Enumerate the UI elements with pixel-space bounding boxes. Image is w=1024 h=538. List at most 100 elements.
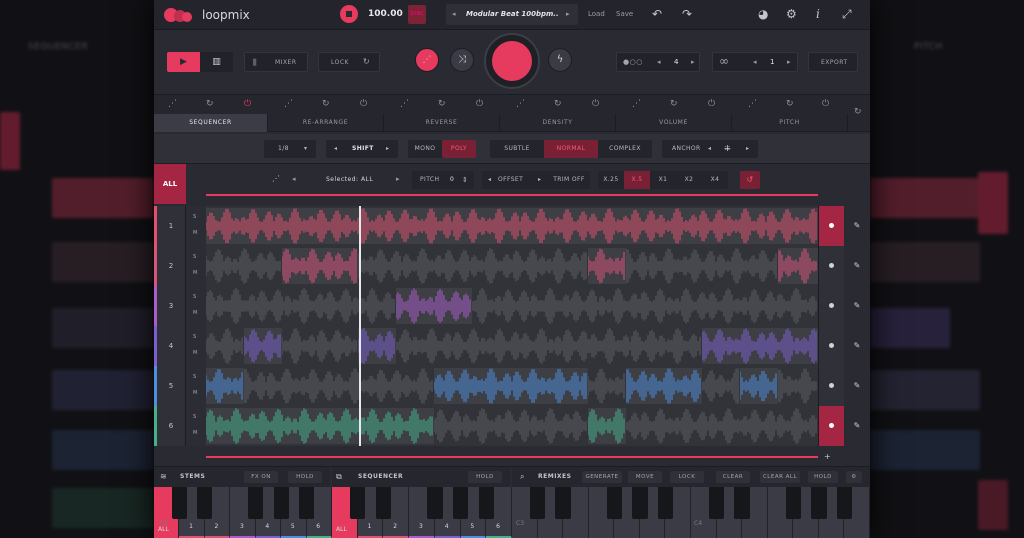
- speed-x1[interactable]: X1: [650, 171, 676, 189]
- save-button[interactable]: Save: [616, 10, 633, 18]
- load-button[interactable]: Load: [588, 10, 605, 18]
- power-icon[interactable]: ⏻: [476, 99, 483, 109]
- audio-clip[interactable]: [205, 248, 282, 284]
- dice-icon[interactable]: ⋰: [400, 99, 409, 109]
- piano-black-key[interactable]: [657, 487, 674, 519]
- piano-black-key[interactable]: [606, 487, 622, 519]
- track-number[interactable]: 5: [154, 366, 186, 406]
- piano-black-key[interactable]: [529, 487, 546, 519]
- piano-black-key[interactable]: [708, 487, 725, 519]
- anchor-next-icon[interactable]: ▸: [746, 140, 749, 158]
- tab-pitch[interactable]: PITCH: [732, 114, 848, 132]
- record-arm-button[interactable]: [818, 246, 844, 286]
- refresh-icon[interactable]: ↻: [438, 99, 446, 109]
- loop-selector[interactable]: ∞ ◂ 1 ▸: [712, 52, 798, 72]
- bottom-range-bar[interactable]: [206, 456, 818, 458]
- dice-icon[interactable]: ⋰: [748, 99, 757, 109]
- export-button[interactable]: EXPORT: [808, 52, 858, 72]
- tempo-value[interactable]: 100.00: [368, 9, 403, 19]
- trim-button[interactable]: TRIM OFF: [548, 171, 590, 189]
- record-arm-button[interactable]: [818, 406, 844, 446]
- piano-black-key[interactable]: [171, 487, 188, 519]
- loop-prev-icon[interactable]: ◂: [753, 58, 757, 66]
- piano-black-key[interactable]: [197, 487, 213, 519]
- power-icon[interactable]: ⏻: [822, 99, 829, 109]
- subtle-option[interactable]: SUBTLE: [490, 140, 544, 158]
- piano-black-key[interactable]: [632, 487, 648, 519]
- dice-icon[interactable]: ⋰: [516, 99, 525, 109]
- audio-clip[interactable]: [777, 368, 818, 404]
- record-arm-button[interactable]: [818, 326, 844, 366]
- track-number[interactable]: 2: [154, 246, 186, 286]
- lock-button[interactable]: LOCK ↻: [318, 52, 380, 72]
- dice-icon[interactable]: ⋰: [168, 99, 177, 109]
- waveform-lane[interactable]: [205, 206, 818, 246]
- power-icon[interactable]: ⏻: [592, 99, 599, 109]
- selected-prev-icon[interactable]: ◂: [292, 175, 296, 183]
- audio-clip[interactable]: [625, 248, 778, 284]
- waveform-lane[interactable]: [205, 406, 818, 446]
- pitch-control[interactable]: PITCH 0 ⇕: [412, 171, 474, 189]
- refresh-icon[interactable]: ↻: [786, 99, 794, 109]
- dice-icon[interactable]: ⋰: [284, 99, 293, 109]
- remix-hold-button[interactable]: HOLD: [808, 471, 838, 483]
- stop-button[interactable]: [340, 5, 358, 23]
- mute-button[interactable]: M: [193, 390, 197, 396]
- bars-next-icon[interactable]: ▸: [691, 58, 695, 66]
- expand-icon[interactable]: ⤢: [842, 7, 852, 21]
- audio-clip[interactable]: [625, 408, 818, 444]
- record-arm-button[interactable]: [818, 206, 844, 246]
- tab-density[interactable]: DENSITY: [500, 114, 616, 132]
- magnet-icon[interactable]: ↺: [740, 171, 760, 189]
- sync-button[interactable]: SYNC: [408, 5, 426, 24]
- remix-settings-icon[interactable]: ⚙: [846, 471, 862, 483]
- audio-clip[interactable]: [433, 368, 588, 404]
- audio-clip[interactable]: [701, 368, 740, 404]
- audio-clip[interactable]: [205, 288, 396, 324]
- waveform-lane[interactable]: [205, 246, 818, 286]
- piano-black-key[interactable]: [298, 487, 315, 519]
- tab-sequencer[interactable]: SEQUENCER: [154, 114, 268, 132]
- piano-black-key[interactable]: [248, 487, 264, 519]
- bars-prev-icon[interactable]: ◂: [657, 58, 661, 66]
- piano-black-key[interactable]: [427, 487, 443, 519]
- audio-clip[interactable]: [205, 408, 434, 444]
- piano-black-key[interactable]: [452, 487, 469, 519]
- normal-option[interactable]: NORMAL: [544, 140, 598, 158]
- tab-reverse[interactable]: REVERSE: [384, 114, 500, 132]
- speed-x025[interactable]: X.25: [598, 171, 624, 189]
- piano-black-key[interactable]: [478, 487, 494, 519]
- offset-next-icon[interactable]: ▸: [538, 171, 541, 189]
- offset-control[interactable]: ◂ OFFSET ▸: [482, 171, 550, 189]
- shift-next-icon[interactable]: ▸: [386, 140, 389, 158]
- audio-clip[interactable]: [205, 328, 244, 364]
- speed-x4[interactable]: X4: [702, 171, 728, 189]
- gear-icon[interactable]: ⚙: [786, 7, 797, 21]
- piano-black-key[interactable]: [785, 487, 801, 519]
- preset-prev-icon[interactable]: ◂: [452, 10, 456, 18]
- bars-selector[interactable]: ●○○ ◂ 4 ▸: [616, 52, 700, 72]
- clear-button[interactable]: CLEAR: [716, 471, 750, 483]
- refresh-icon[interactable]: ↻: [322, 99, 330, 109]
- mute-button[interactable]: M: [193, 310, 197, 316]
- solo-button[interactable]: S: [193, 414, 196, 420]
- division-select[interactable]: 1/8 ▾: [264, 140, 316, 158]
- track-number[interactable]: 6: [154, 406, 186, 446]
- move-button[interactable]: MOVE: [628, 471, 662, 483]
- tab-re-arrange[interactable]: RE-ARRANGE: [268, 114, 384, 132]
- audio-clip[interactable]: [243, 368, 434, 404]
- bolt-icon[interactable]: ϟ: [548, 48, 572, 72]
- sequencer-hold-button[interactable]: HOLD: [468, 471, 502, 483]
- audio-clip[interactable]: [701, 328, 818, 364]
- mute-button[interactable]: M: [193, 270, 197, 276]
- offset-prev-icon[interactable]: ◂: [488, 171, 491, 189]
- refresh-icon[interactable]: ↻: [554, 99, 562, 109]
- edit-pencil-icon[interactable]: ✎: [844, 206, 870, 246]
- dice-icon[interactable]: ⋰: [632, 99, 641, 109]
- loop-next-icon[interactable]: ▸: [787, 58, 791, 66]
- tab-volume[interactable]: VOLUME: [616, 114, 732, 132]
- main-generate-button[interactable]: [484, 33, 540, 89]
- audio-clip[interactable]: [471, 288, 818, 324]
- audio-clip[interactable]: [739, 368, 778, 404]
- audio-clip[interactable]: [587, 368, 626, 404]
